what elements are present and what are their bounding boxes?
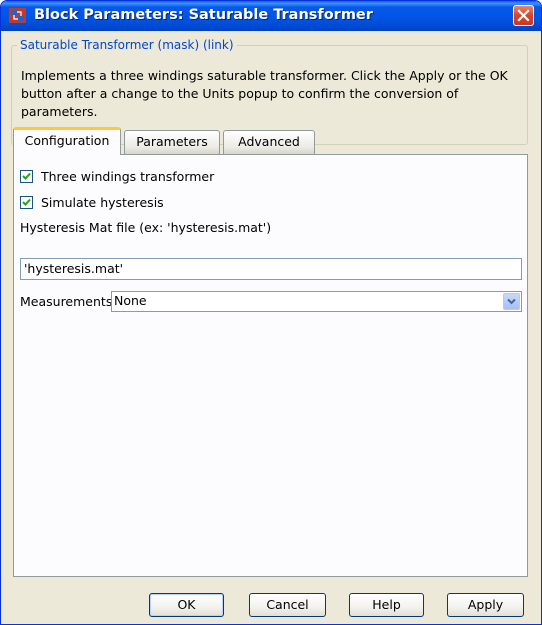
checkmark-icon bbox=[22, 172, 31, 180]
tab-advanced[interactable]: Advanced bbox=[223, 130, 315, 154]
measurements-label: Measurements bbox=[20, 294, 113, 309]
hysteresis-file-input[interactable]: 'hysteresis.mat' bbox=[20, 258, 522, 280]
title-bar[interactable]: Block Parameters: Saturable Transformer bbox=[1, 1, 541, 31]
three-windings-label: Three windings transformer bbox=[41, 168, 215, 184]
three-windings-option[interactable]: Three windings transformer bbox=[20, 167, 214, 185]
dropdown-arrow-button[interactable] bbox=[503, 293, 520, 310]
apply-button[interactable]: Apply bbox=[447, 593, 524, 617]
cancel-button[interactable]: Cancel bbox=[249, 593, 326, 617]
simulink-block-icon bbox=[9, 8, 26, 23]
tab-parameters[interactable]: Parameters bbox=[124, 130, 220, 154]
dialog-client-area: Saturable Transformer (mask) (link) Impl… bbox=[4, 31, 538, 621]
configuration-panel: Three windings transformer Simulate hyst… bbox=[13, 154, 528, 577]
dialog-window: Block Parameters: Saturable Transformer … bbox=[0, 0, 542, 625]
measurements-select[interactable]: None bbox=[111, 291, 522, 312]
group-legend: Saturable Transformer (mask) (link) bbox=[17, 38, 237, 52]
tab-configuration[interactable]: Configuration bbox=[13, 127, 121, 155]
help-button[interactable]: Help bbox=[349, 593, 424, 617]
description-line: button after a change to the Units popup… bbox=[21, 86, 459, 119]
three-windings-checkbox[interactable] bbox=[20, 169, 33, 183]
simulate-hysteresis-checkbox[interactable] bbox=[20, 195, 33, 209]
ok-button[interactable]: OK bbox=[149, 593, 224, 617]
hysteresis-file-label: Hysteresis Mat file (ex: 'hysteresis.mat… bbox=[20, 220, 272, 235]
close-icon bbox=[517, 9, 530, 22]
window-title: Block Parameters: Saturable Transformer bbox=[34, 7, 373, 23]
close-button[interactable] bbox=[513, 5, 534, 26]
simulate-hysteresis-option[interactable]: Simulate hysteresis bbox=[20, 193, 164, 211]
chevron-down-icon bbox=[507, 298, 516, 305]
simulate-hysteresis-label: Simulate hysteresis bbox=[41, 194, 164, 210]
measurements-value: None bbox=[114, 293, 147, 308]
mask-description: Implements a three windings saturable tr… bbox=[21, 67, 521, 121]
description-line: Implements a three windings saturable tr… bbox=[21, 68, 508, 83]
checkmark-icon bbox=[22, 198, 31, 206]
tab-strip: Configuration Parameters Advanced bbox=[13, 127, 528, 155]
